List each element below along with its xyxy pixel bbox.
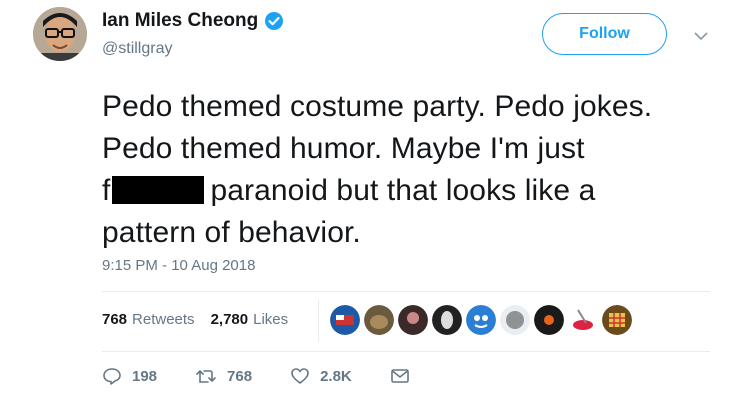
timestamp[interactable]: 9:15 PM - 10 Aug 2018 bbox=[102, 257, 255, 274]
action-bar: 198 768 2.8K bbox=[102, 366, 458, 386]
liker-avatars bbox=[330, 305, 636, 335]
liker-avatar[interactable] bbox=[568, 305, 598, 335]
reply-button[interactable]: 198 bbox=[102, 366, 157, 386]
retweets-label: Retweets bbox=[132, 311, 195, 328]
reply-count: 198 bbox=[132, 367, 158, 385]
like-button[interactable]: 2.8K bbox=[290, 366, 352, 386]
redaction-bar bbox=[112, 176, 205, 204]
liker-avatar[interactable] bbox=[364, 305, 394, 335]
tweet-line: Pedo themed humor. Maybe I'm just bbox=[102, 132, 585, 165]
user-name-row[interactable]: Ian Miles Cheong bbox=[102, 10, 284, 32]
liker-avatar[interactable] bbox=[466, 305, 496, 335]
chevron-down-icon[interactable] bbox=[694, 28, 708, 41]
user-name[interactable]: Ian Miles Cheong bbox=[102, 10, 258, 32]
like-count: 2.8K bbox=[320, 367, 352, 385]
user-handle[interactable]: @stillgray bbox=[102, 40, 172, 58]
retweet-button[interactable]: 768 bbox=[195, 366, 252, 386]
retweet-count: 768 bbox=[227, 367, 253, 385]
envelope-icon bbox=[390, 369, 409, 383]
divider bbox=[102, 291, 710, 292]
retweets-count: 768 bbox=[102, 311, 128, 328]
direct-message-button[interactable] bbox=[390, 366, 420, 386]
likes-stat[interactable]: 2,780 Likes bbox=[211, 311, 289, 328]
divider bbox=[102, 351, 710, 352]
liker-avatar[interactable] bbox=[398, 305, 428, 335]
heart-icon bbox=[291, 368, 309, 384]
liker-avatar[interactable] bbox=[534, 305, 564, 335]
liker-avatar[interactable] bbox=[330, 305, 360, 335]
likes-label: Likes bbox=[253, 311, 289, 328]
avatar[interactable] bbox=[33, 7, 87, 61]
tweet-line: Pedo themed costume party. Pedo jokes. bbox=[102, 90, 653, 123]
follow-button[interactable]: Follow bbox=[542, 13, 667, 55]
liker-avatar[interactable] bbox=[432, 305, 462, 335]
liker-avatar[interactable] bbox=[602, 305, 632, 335]
tweet-text: Pedo themed costume party. Pedo jokes. P… bbox=[102, 86, 742, 254]
tweet-line: pattern of behavior. bbox=[102, 216, 361, 249]
liker-avatar[interactable] bbox=[500, 305, 530, 335]
retweets-stat[interactable]: 768 Retweets bbox=[102, 311, 195, 328]
reply-icon bbox=[103, 368, 121, 385]
engagement-stats: 768 Retweets 2,780 Likes bbox=[102, 311, 304, 328]
verified-badge-icon bbox=[264, 11, 284, 31]
tweet-line-start: f bbox=[102, 174, 111, 207]
stats-divider bbox=[318, 300, 319, 342]
retweet-icon bbox=[196, 370, 216, 383]
likes-count: 2,780 bbox=[210, 311, 249, 328]
tweet-line-end: paranoid but that looks like a bbox=[210, 174, 596, 207]
tweet-line: f paranoid but that looks like a bbox=[102, 170, 742, 212]
